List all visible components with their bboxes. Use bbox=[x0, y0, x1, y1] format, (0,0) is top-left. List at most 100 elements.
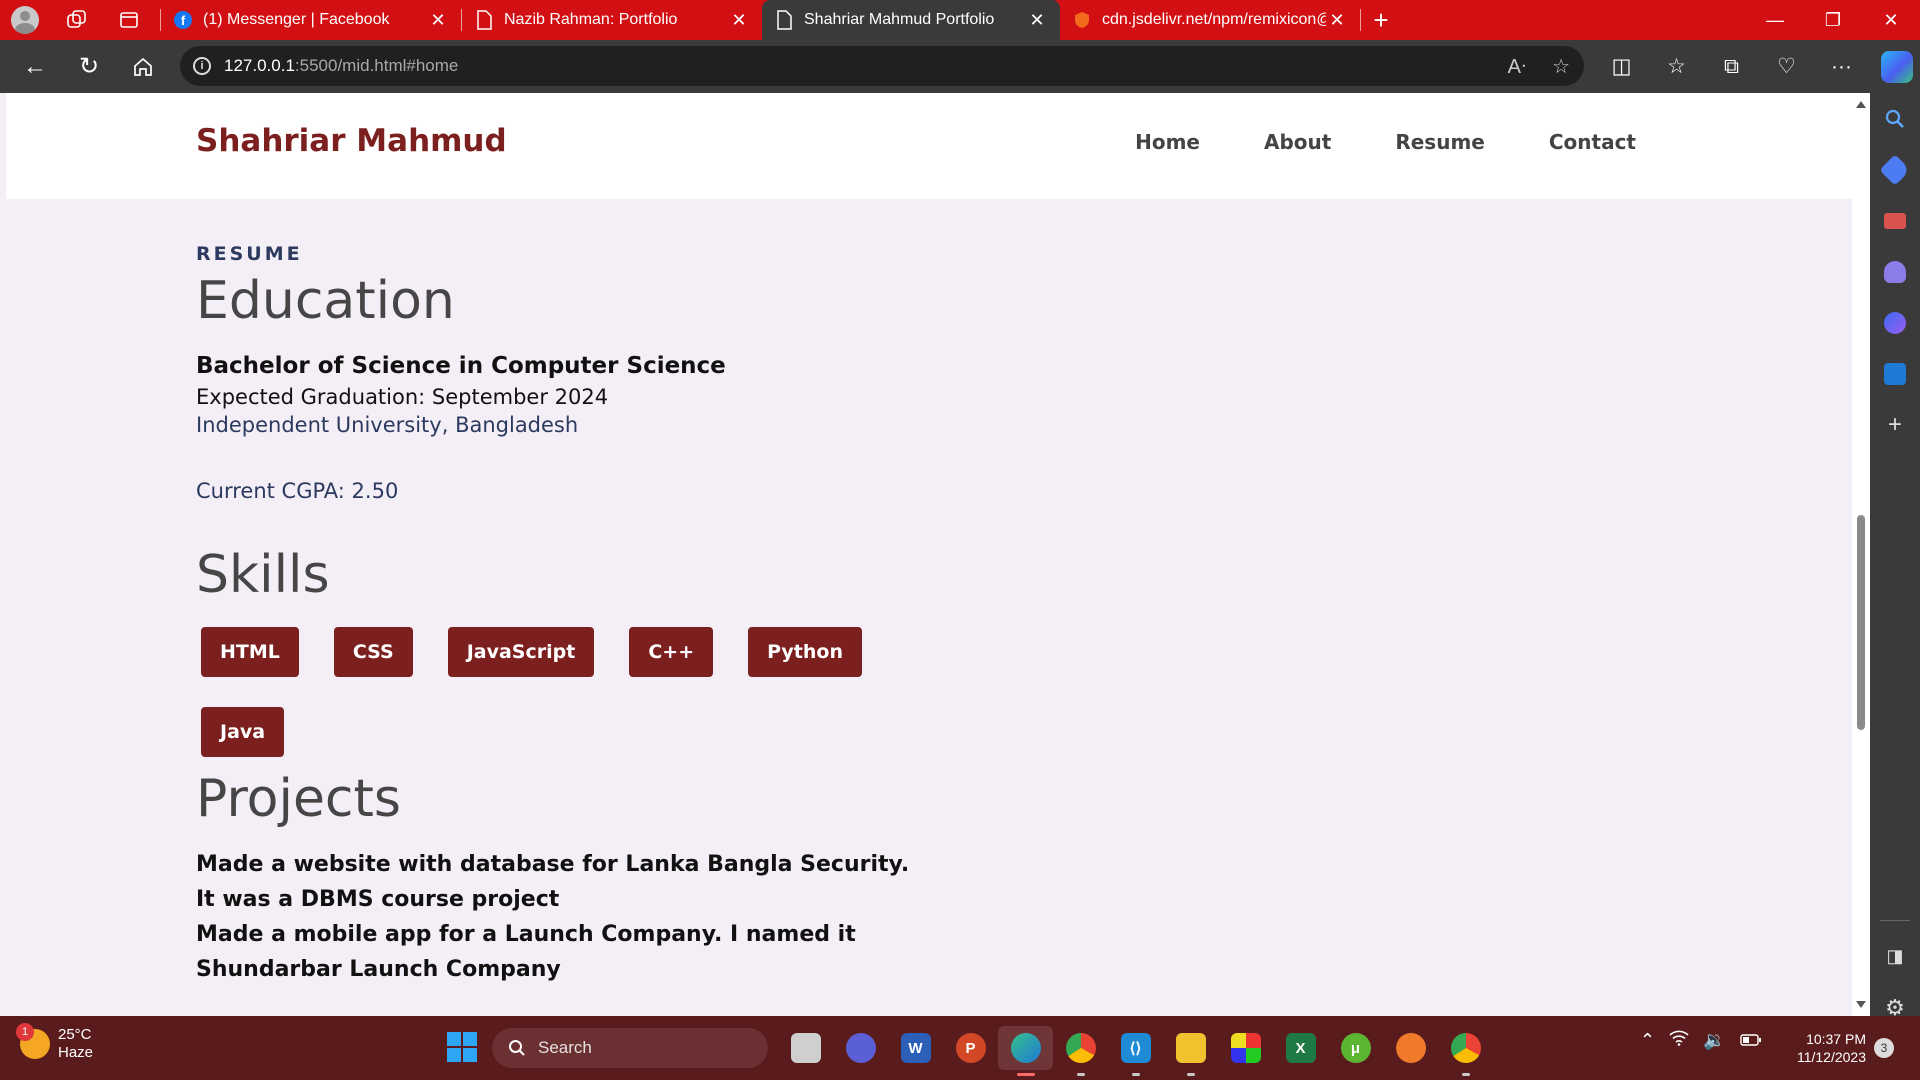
bing-chat-icon[interactable] bbox=[1870, 297, 1920, 348]
taskbar-search[interactable]: Search bbox=[492, 1028, 768, 1068]
minimize-icon[interactable]: — bbox=[1746, 0, 1804, 40]
tab-messenger[interactable]: f (1) Messenger | Facebook ✕ bbox=[161, 0, 461, 40]
start-windows-icon[interactable] bbox=[447, 1032, 477, 1062]
windows-taskbar: 1 25°C Haze Search W P ⟨⟩ X μ ⌃ 🔉 10:37 … bbox=[0, 1016, 1920, 1080]
vscode-icon[interactable]: ⟨⟩ bbox=[1108, 1026, 1163, 1076]
outlook-icon[interactable] bbox=[1870, 348, 1920, 399]
close-icon[interactable]: ✕ bbox=[1026, 10, 1048, 31]
hide-sidebar-icon[interactable]: ◨ bbox=[1870, 931, 1920, 982]
games-icon[interactable] bbox=[1870, 246, 1920, 297]
color-grid-app-icon[interactable] bbox=[1218, 1026, 1273, 1070]
tab-shahriar-portfolio[interactable]: Shahriar Mahmud Portfolio ✕ bbox=[762, 0, 1060, 40]
nav-home[interactable]: Home bbox=[1135, 130, 1200, 154]
edge-sidebar: + ◨ ⚙ bbox=[1870, 93, 1920, 1033]
tab-remixicon-cdn[interactable]: cdn.jsdelivr.net/npm/remixicon@ ✕ bbox=[1060, 0, 1360, 40]
profile-avatar[interactable] bbox=[10, 5, 40, 35]
brave-browser-icon[interactable] bbox=[1383, 1026, 1438, 1070]
more-menu-icon[interactable]: ··· bbox=[1814, 40, 1869, 93]
favorites-icon[interactable]: ☆ bbox=[1649, 40, 1704, 93]
file-explorer-preview-icon[interactable] bbox=[778, 1026, 833, 1070]
site-header: Shahriar Mahmud Home About Resume Contac… bbox=[6, 93, 1852, 199]
weather-temp: 25°C bbox=[58, 1026, 92, 1043]
close-icon[interactable]: ✕ bbox=[1326, 10, 1348, 31]
close-icon[interactable]: ✕ bbox=[427, 10, 449, 31]
page-scrollbar[interactable] bbox=[1852, 93, 1870, 1016]
add-sidebar-app-icon[interactable]: + bbox=[1870, 399, 1920, 450]
project-line: It was a DBMS course project bbox=[196, 887, 560, 912]
performance-icon[interactable]: ♡ bbox=[1759, 40, 1814, 93]
section-eyebrow: RESUME bbox=[196, 243, 303, 265]
tools-icon[interactable] bbox=[1870, 195, 1920, 246]
chevron-up-icon[interactable]: ⌃ bbox=[1640, 1030, 1655, 1051]
weather-condition: Haze bbox=[58, 1044, 94, 1061]
scroll-down-icon[interactable] bbox=[1856, 1001, 1866, 1008]
copilot-icon[interactable] bbox=[1869, 40, 1920, 93]
tab-nazib-portfolio[interactable]: Nazib Rahman: Portfolio ✕ bbox=[462, 0, 762, 40]
scroll-thumb[interactable] bbox=[1857, 515, 1865, 730]
wifi-icon[interactable] bbox=[1669, 1030, 1689, 1051]
back-icon[interactable]: ← bbox=[8, 40, 62, 93]
excel-icon[interactable]: X bbox=[1273, 1026, 1328, 1070]
read-aloud-icon[interactable]: Aᐧ bbox=[1508, 54, 1526, 79]
page-viewport: Shahriar Mahmud Home About Resume Contac… bbox=[6, 93, 1870, 1016]
tab-bar-left-controls bbox=[0, 0, 160, 40]
weather-badge: 1 bbox=[16, 1023, 34, 1041]
url-host: 127.0.0.1 bbox=[224, 56, 295, 75]
university-name: Independent University, Bangladesh bbox=[196, 413, 579, 437]
skill-chip: CSS bbox=[333, 627, 413, 677]
address-bar[interactable]: i 127.0.0.1:5500/mid.html#home Aᐧ ☆ bbox=[180, 46, 1584, 86]
site-brand[interactable]: Shahriar Mahmud bbox=[196, 123, 507, 159]
projects-heading: Projects bbox=[196, 769, 402, 829]
nav-contact[interactable]: Contact bbox=[1549, 130, 1636, 154]
powerpoint-icon[interactable]: P bbox=[943, 1026, 998, 1070]
chrome-profile-icon[interactable] bbox=[1438, 1026, 1493, 1076]
nav-about[interactable]: About bbox=[1264, 130, 1331, 154]
skills-heading: Skills bbox=[196, 545, 330, 605]
collections-icon[interactable]: ⧉ bbox=[1704, 40, 1759, 93]
resume-section: RESUME Education Bachelor of Science in … bbox=[196, 243, 1096, 987]
home-icon[interactable] bbox=[116, 40, 170, 93]
skill-chip: Java bbox=[201, 707, 285, 757]
meet-camera-icon[interactable] bbox=[833, 1026, 888, 1070]
close-icon[interactable]: ✕ bbox=[728, 10, 750, 31]
project-line: Made a mobile app for a Launch Company. … bbox=[196, 922, 856, 947]
chrome-icon[interactable] bbox=[1053, 1026, 1108, 1076]
system-tray: ⌃ 🔉 bbox=[1640, 1030, 1762, 1051]
close-window-icon[interactable]: ✕ bbox=[1862, 0, 1920, 40]
skill-chip: JavaScript bbox=[447, 627, 595, 677]
tab-actions-icon[interactable] bbox=[114, 5, 144, 35]
restore-icon[interactable]: ❐ bbox=[1804, 0, 1862, 40]
workspaces-icon[interactable] bbox=[62, 5, 92, 35]
education-heading: Education bbox=[196, 271, 455, 331]
system-clock[interactable]: 10:37 PM 11/12/2023 bbox=[1782, 1030, 1866, 1066]
utorrent-icon[interactable]: μ bbox=[1328, 1026, 1383, 1070]
refresh-icon[interactable]: ↻ bbox=[62, 40, 116, 93]
site-info-icon[interactable]: i bbox=[180, 57, 224, 75]
battery-icon[interactable] bbox=[1739, 1030, 1762, 1051]
file-explorer-icon[interactable] bbox=[1163, 1026, 1218, 1076]
word-icon[interactable]: W bbox=[888, 1026, 943, 1070]
graduation-date: Expected Graduation: September 2024 bbox=[196, 385, 609, 409]
new-tab-button[interactable]: + bbox=[1361, 5, 1401, 36]
search-icon bbox=[509, 1040, 525, 1056]
shopping-tag-icon[interactable] bbox=[1870, 144, 1920, 195]
volume-icon[interactable]: 🔉 bbox=[1703, 1030, 1725, 1051]
search-icon[interactable] bbox=[1870, 93, 1920, 144]
skill-chip: Python bbox=[748, 627, 862, 677]
split-screen-icon[interactable]: ◫ bbox=[1594, 40, 1649, 93]
project-line: Made a website with database for Lanka B… bbox=[196, 852, 910, 877]
favorite-star-icon[interactable]: ☆ bbox=[1552, 54, 1570, 79]
nav-resume[interactable]: Resume bbox=[1395, 130, 1485, 154]
scroll-up-icon[interactable] bbox=[1856, 101, 1866, 108]
edge-browser-icon[interactable] bbox=[998, 1026, 1053, 1076]
facebook-icon: f bbox=[173, 10, 193, 30]
projects-list: Made a website with database for Lanka B… bbox=[196, 847, 1096, 987]
page-icon bbox=[774, 10, 794, 30]
tab-title: cdn.jsdelivr.net/npm/remixicon@ bbox=[1102, 11, 1326, 28]
toolbar-right: ◫ ☆ ⧉ ♡ ··· bbox=[1594, 40, 1920, 93]
weather-sun-icon: 1 bbox=[16, 1023, 50, 1059]
page-icon bbox=[474, 10, 494, 30]
notification-badge[interactable]: 3 bbox=[1874, 1038, 1894, 1058]
project-line: Shundarbar Launch Company bbox=[196, 957, 561, 982]
weather-widget[interactable]: 1 25°C Haze bbox=[16, 1023, 94, 1062]
